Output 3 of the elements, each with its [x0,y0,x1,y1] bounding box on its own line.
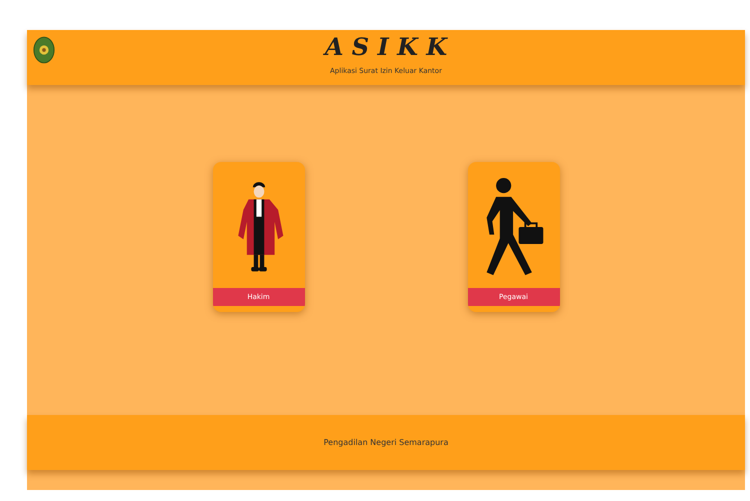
footer-text: Pengadilan Negeri Semarapura [324,438,448,447]
emblem-icon [33,36,55,64]
app-title: A S I K K [324,32,448,61]
